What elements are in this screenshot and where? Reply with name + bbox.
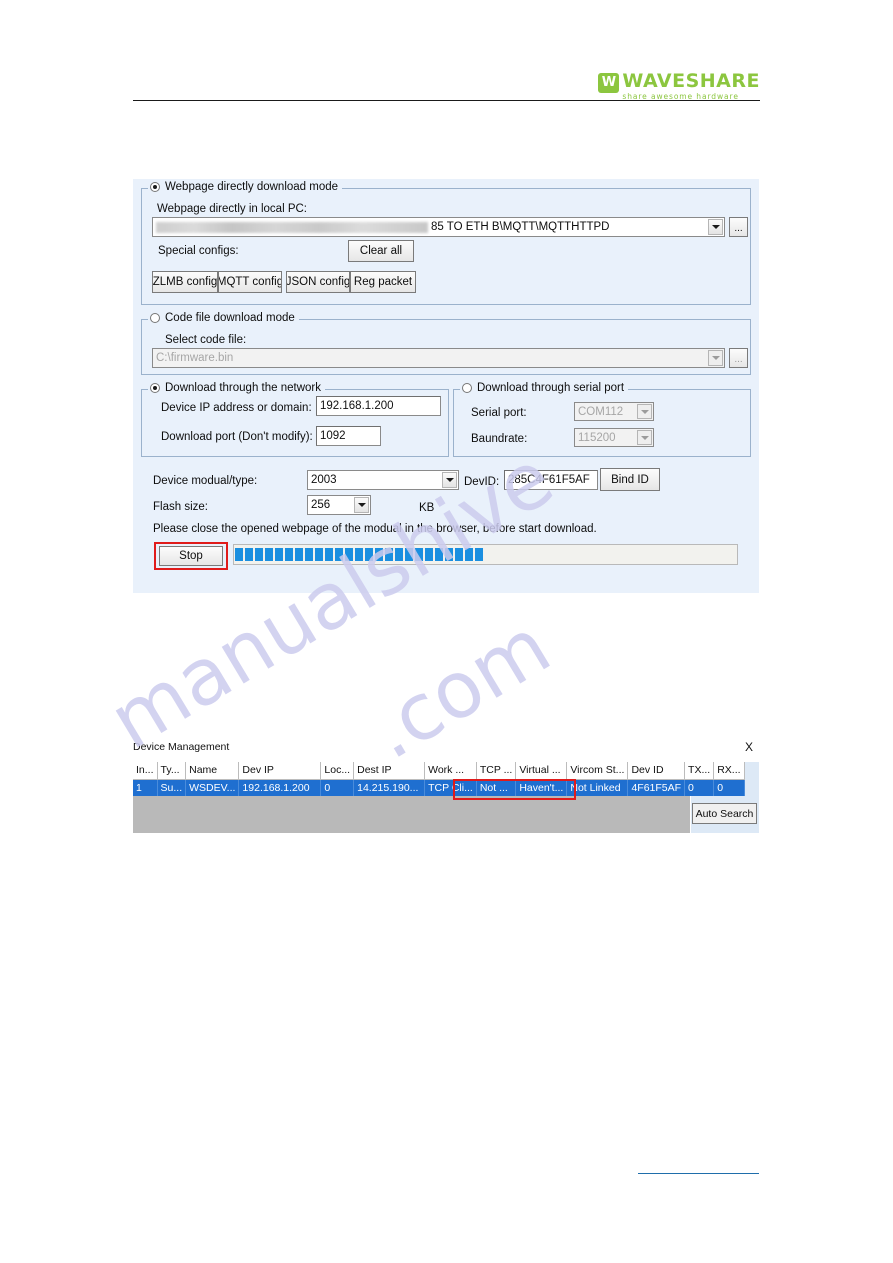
webpage-path-dropdown-arrow[interactable] <box>708 219 723 235</box>
reg-packet-button[interactable]: Reg packet <box>350 271 416 293</box>
device-table: In... Ty... Name Dev IP Loc... Dest IP Work ..… <box>133 762 745 796</box>
column-header-10[interactable]: Dev ID <box>627 762 686 780</box>
column-header-11[interactable]: TX... <box>684 762 715 780</box>
device-management-window: Device Management X In... Ty... Name Dev IP… <box>133 741 759 833</box>
waveshare-logo: WAVESHARE share awesome hardware <box>598 72 760 102</box>
download-port-label: Download port (Don't modify): <box>161 431 313 443</box>
local-pc-label: Webpage directly in local PC: <box>157 203 307 215</box>
footer-divider <box>638 1173 759 1174</box>
column-header-4[interactable]: Loc... <box>320 762 355 780</box>
table-cell-10: 4F61F5AF <box>627 779 686 796</box>
flash-size-dropdown-arrow[interactable] <box>354 497 369 513</box>
table-cell-8: Haven't... <box>515 779 568 796</box>
serial-port-label: Serial port: <box>471 407 527 419</box>
webpage-download-mode-header[interactable]: Webpage directly download mode <box>148 181 343 193</box>
devid-input[interactable]: 285C4F61F5AF <box>504 470 598 490</box>
network-download-header[interactable]: Download through the network <box>148 382 325 394</box>
table-cell-12: 0 <box>713 779 745 796</box>
brand-name: WAVESHARE <box>622 70 760 92</box>
code-file-combo[interactable]: C:\firmware.bin <box>152 348 725 368</box>
baudrate-combo[interactable]: 115200 <box>574 428 654 447</box>
serial-download-radio[interactable] <box>462 383 472 393</box>
serial-port-value: COM112 <box>578 405 624 418</box>
code-file-download-mode-radio[interactable] <box>150 313 160 323</box>
table-cell-7: Not ... <box>476 779 517 796</box>
stop-button[interactable]: Stop <box>159 546 223 566</box>
flash-size-combo[interactable]: 256 <box>307 495 371 515</box>
code-file-download-mode-label: Code file download mode <box>165 312 295 324</box>
code-file-browse-button[interactable]: ... <box>729 348 748 368</box>
table-cell-11: 0 <box>684 779 715 796</box>
network-download-label: Download through the network <box>165 382 321 394</box>
device-ip-input[interactable]: 192.168.1.200 <box>316 396 441 416</box>
mqtt-config-button[interactable]: MQTT config <box>218 271 282 293</box>
close-icon[interactable]: X <box>745 741 753 753</box>
zlmb-config-button[interactable]: ZLMB config <box>152 271 218 293</box>
table-cell-6: TCP Cli... <box>424 779 477 796</box>
special-configs-label: Special configs: <box>158 245 239 257</box>
device-management-panel: In... Ty... Name Dev IP Loc... Dest IP Work ..… <box>133 762 759 833</box>
column-header-1[interactable]: Ty... <box>157 762 187 780</box>
table-row[interactable]: 1 Su... WSDEV... 192.168.1.200 0 14.215.190..… <box>133 779 745 796</box>
table-cell-1: Su... <box>157 779 187 796</box>
webpage-download-mode-radio[interactable] <box>150 182 160 192</box>
column-header-8[interactable]: Virtual ... <box>515 762 568 780</box>
firmware-downloader-dialog: Webpage directly download mode Webpage d… <box>133 179 759 593</box>
webpage-path-browse-button[interactable]: ... <box>729 217 748 237</box>
table-cell-2: WSDEV... <box>185 779 240 796</box>
column-header-2[interactable]: Name <box>185 762 240 780</box>
network-download-radio[interactable] <box>150 383 160 393</box>
waveshare-logo-icon <box>598 73 620 93</box>
table-cell-3: 192.168.1.200 <box>238 779 322 796</box>
table-cell-5: 14.215.190... <box>353 779 426 796</box>
webpage-path-combo[interactable]: 85 TO ETH B\MQTT\MQTTHTTPD <box>152 217 725 237</box>
device-modual-label: Device modual/type: <box>153 475 258 487</box>
device-modual-dropdown-arrow[interactable] <box>442 472 457 488</box>
table-header-row: In... Ty... Name Dev IP Loc... Dest IP Work ..… <box>133 762 745 780</box>
device-ip-label: Device IP address or domain: <box>161 402 312 414</box>
device-modual-value: 2003 <box>311 474 337 486</box>
serial-port-combo[interactable]: COM112 <box>574 402 654 421</box>
column-header-7[interactable]: TCP ... <box>476 762 517 780</box>
baudrate-label: Baundrate: <box>471 433 528 445</box>
download-progress-bar <box>233 544 738 565</box>
column-header-3[interactable]: Dev IP <box>238 762 322 780</box>
select-code-file-label: Select code file: <box>165 334 247 346</box>
code-file-download-mode-header[interactable]: Code file download mode <box>148 312 299 324</box>
baudrate-dropdown-arrow[interactable] <box>637 430 652 445</box>
clear-all-button[interactable]: Clear all <box>348 240 414 262</box>
webpage-path-value: 85 TO ETH B\MQTT\MQTTHTTPD <box>431 221 610 233</box>
column-header-5[interactable]: Dest IP <box>353 762 426 780</box>
flash-size-unit: KB <box>419 502 435 514</box>
flash-size-label: Flash size: <box>153 501 208 513</box>
devid-label: DevID: <box>464 476 500 488</box>
code-file-dropdown-arrow[interactable] <box>708 350 723 366</box>
serial-download-header[interactable]: Download through serial port <box>460 382 629 394</box>
column-header-0[interactable]: In... <box>133 762 158 780</box>
flash-size-value: 256 <box>311 499 331 511</box>
table-cell-4: 0 <box>320 779 355 796</box>
device-management-title: Device Management <box>133 741 230 753</box>
table-cell-0: 1 <box>133 779 158 796</box>
auto-search-button[interactable]: Auto Search <box>692 803 757 824</box>
serial-download-label: Download through serial port <box>477 382 625 394</box>
column-header-6[interactable]: Work ... <box>424 762 477 780</box>
code-file-placeholder: C:\firmware.bin <box>156 352 234 364</box>
webpage-download-mode-label: Webpage directly download mode <box>165 181 339 193</box>
header-divider <box>133 100 760 101</box>
download-notice-text: Please close the opened webpage of the m… <box>153 523 597 535</box>
column-header-12[interactable]: RX... <box>713 762 745 780</box>
baudrate-value: 115200 <box>578 431 616 444</box>
serial-port-dropdown-arrow[interactable] <box>637 404 652 419</box>
json-config-button[interactable]: JSON config <box>286 271 350 293</box>
download-port-input[interactable]: 1092 <box>316 426 381 446</box>
redacted-path-prefix <box>156 222 428 233</box>
device-modual-combo[interactable]: 2003 <box>307 470 459 490</box>
column-header-9[interactable]: Vircom St... <box>566 762 629 780</box>
bind-id-button[interactable]: Bind ID <box>600 468 660 491</box>
table-cell-9: Not Linked <box>566 779 629 796</box>
